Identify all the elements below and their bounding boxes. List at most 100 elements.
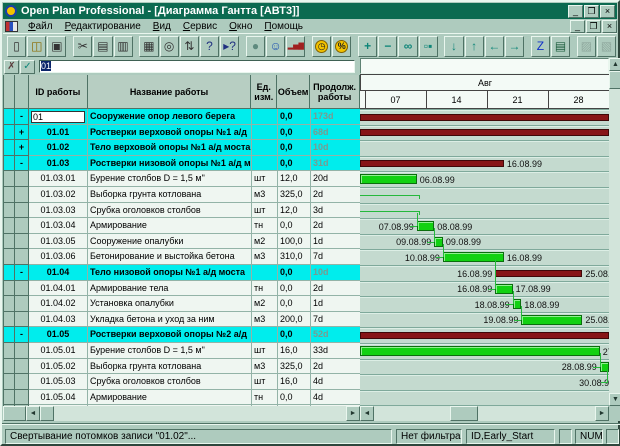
cell-unit[interactable]: тн (252, 390, 278, 406)
cell-name[interactable]: Бетонирование и выстойка бетона (88, 249, 252, 265)
table-scroll-left-button[interactable]: ◄ (26, 406, 40, 421)
row-grip[interactable] (4, 140, 15, 156)
zigzag-view-button[interactable]: Z (531, 36, 550, 57)
row-grip[interactable] (4, 249, 15, 265)
table-row[interactable]: -01.05Ростверки верховой опоры №2 а/д0,0… (4, 327, 360, 343)
task-bar[interactable] (360, 346, 600, 356)
timescale-button[interactable]: ● (246, 36, 265, 57)
cell-name[interactable]: Срубка оголовков столбов (88, 374, 252, 390)
task-bar[interactable] (495, 284, 512, 294)
cell-duration[interactable]: 31d (311, 156, 360, 172)
cell-volume[interactable]: 325,0 (278, 359, 311, 375)
cell-volume[interactable]: 0,0 (278, 327, 311, 343)
cell-duration[interactable]: 7d (311, 249, 360, 265)
row-grip[interactable] (4, 327, 15, 343)
cell-unit[interactable] (252, 109, 278, 125)
cell-id[interactable]: 01.05.01 (29, 343, 88, 359)
help-button[interactable]: ? (200, 36, 219, 57)
table-row[interactable]: 01.04.01Армирование телатн0,02d (4, 281, 360, 297)
add-button[interactable]: + (358, 36, 377, 57)
restore-button[interactable]: ❐ (584, 5, 599, 18)
cell-volume[interactable]: 0,0 (278, 390, 311, 406)
cell-duration[interactable]: 20d (311, 171, 360, 187)
mdi-document-icon[interactable] (5, 21, 18, 32)
cell-name[interactable]: Ростверки верховой опоры №2 а/д (88, 327, 252, 343)
move-up-button[interactable]: ↑ (465, 36, 484, 57)
outline-button[interactable]: ▫▪ (419, 36, 438, 57)
summary-bar[interactable] (360, 160, 504, 167)
collapse-toggle[interactable]: - (15, 109, 29, 125)
menu-сервис[interactable]: Сервис (177, 20, 223, 33)
vertical-scroll-thumb[interactable] (609, 71, 620, 89)
task-bar[interactable] (513, 299, 522, 309)
cell-unit[interactable] (252, 156, 278, 172)
table-row[interactable]: 01.03.05Сооружение опалубким2100,01d (4, 234, 360, 250)
table-scroll-right-button[interactable]: ► (346, 406, 360, 421)
cell-unit[interactable]: шт (252, 343, 278, 359)
remove-button[interactable]: − (378, 36, 397, 57)
summary-bar[interactable] (360, 332, 609, 339)
cell-unit[interactable] (252, 327, 278, 343)
cell-duration[interactable]: 33d (311, 343, 360, 359)
table-row[interactable]: 01.03.04Армированиетн0,02d (4, 218, 360, 234)
cell-id[interactable]: 01.03.06 (29, 249, 88, 265)
minimize-button[interactable]: _ (568, 5, 583, 18)
cell-id[interactable]: 01.03.03 (29, 203, 88, 219)
cell-id[interactable]: 01.03.02 (29, 187, 88, 203)
row-grip[interactable] (4, 281, 15, 297)
row-grip[interactable] (4, 359, 15, 375)
table-row[interactable]: 01.03.01Бурение столбов D = 1,5 м"шт12,0… (4, 171, 360, 187)
menu-вид[interactable]: Вид (147, 20, 177, 33)
cell-name[interactable]: Бурение столбов D = 1,5 м" (88, 343, 252, 359)
row-grip[interactable] (4, 234, 15, 250)
cell-id[interactable]: 01.01 (29, 125, 88, 141)
chart-scroll-right-button[interactable]: ► (595, 406, 609, 421)
row-grip[interactable] (4, 218, 15, 234)
cell-id[interactable]: 01.03.05 (29, 234, 88, 250)
close-button[interactable]: × (600, 5, 615, 18)
cell-volume[interactable]: 12,0 (278, 203, 311, 219)
menu-файл[interactable]: Файл (22, 20, 59, 33)
task-bar[interactable] (434, 237, 443, 247)
cell-edit-input[interactable]: 01 (39, 60, 355, 73)
new-file-button[interactable]: ▯ (7, 36, 26, 57)
mdi-minimize-button[interactable]: _ (570, 20, 585, 33)
paste-button[interactable]: ▥ (114, 36, 133, 57)
cell-volume[interactable]: 0,0 (278, 281, 311, 297)
cell-id[interactable]: 01.04.03 (29, 312, 88, 328)
menu-окно[interactable]: Окно (223, 20, 258, 33)
cell-unit[interactable]: м3 (252, 359, 278, 375)
views-button[interactable]: ▤ (551, 36, 570, 57)
row-grip[interactable] (4, 187, 15, 203)
table-row[interactable]: 01.05.02Выборка грунта котлованам3325,02… (4, 359, 360, 375)
confirm-edit-button[interactable]: ✓ (20, 60, 35, 74)
cell-name[interactable]: Тело верховой опоры №1 а/д моста (88, 140, 252, 156)
summary-bar[interactable] (495, 270, 582, 277)
cell-name[interactable]: Ростверки верховой опоры №1 а/д (88, 125, 252, 141)
mdi-restore-button[interactable]: ❐ (586, 20, 601, 33)
cell-duration[interactable]: 4d (311, 374, 360, 390)
cell-name[interactable]: Ростверки низовой опоры №1 а/д м (88, 156, 252, 172)
cell-unit[interactable] (252, 140, 278, 156)
row-grip[interactable] (4, 390, 15, 406)
move-left-button[interactable]: ← (485, 36, 504, 57)
save-button[interactable]: ▣ (47, 36, 66, 57)
cell-name[interactable]: Сооружение опор левого берега (88, 109, 252, 125)
table-row[interactable]: 01.05.03Срубка оголовков столбовшт16,04d (4, 374, 360, 390)
menu-редактирование[interactable]: Редактирование (59, 20, 147, 33)
id-edit-box[interactable]: 01 (31, 111, 85, 123)
table-row[interactable]: 01.05.04Армированиетн0,04d (4, 390, 360, 406)
move-right-button[interactable]: → (505, 36, 524, 57)
cell-duration[interactable]: 2d (311, 187, 360, 203)
cell-unit[interactable] (252, 265, 278, 281)
cell-volume[interactable]: 0,0 (278, 109, 311, 125)
table-scroll-thumb[interactable] (40, 406, 54, 421)
vertical-scrollbar[interactable]: ▲ ▼ (609, 58, 620, 406)
table-row[interactable]: 01.05.01Бурение столбов D = 1,5 м"шт16,0… (4, 343, 360, 359)
cell-volume[interactable]: 0,0 (278, 125, 311, 141)
cell-volume[interactable]: 0,0 (278, 218, 311, 234)
task-bar[interactable] (521, 315, 582, 325)
cancel-edit-button[interactable]: ✗ (4, 60, 19, 74)
collapse-toggle[interactable]: + (15, 140, 29, 156)
cell-id[interactable]: 01.04.01 (29, 281, 88, 297)
